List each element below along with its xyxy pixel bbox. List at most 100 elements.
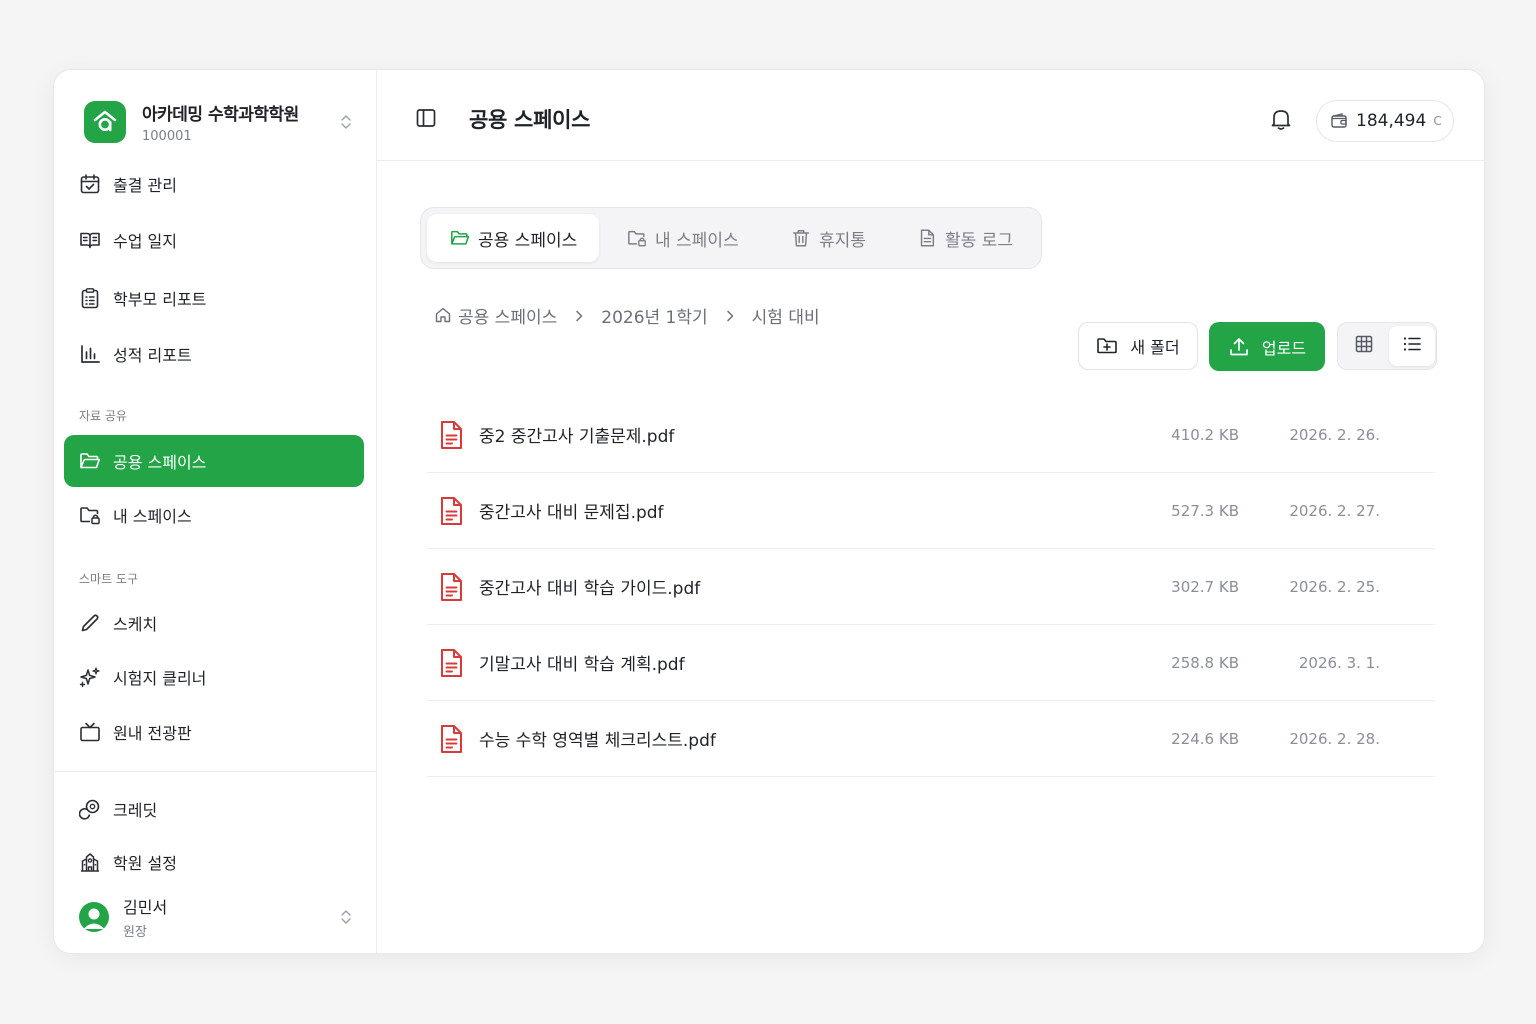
breadcrumb-item-current[interactable]: 시험 대비 [752,303,820,328]
file-date: 2026. 2. 27. [1289,501,1380,520]
sidebar-item-attendance[interactable]: 출결 관리 [64,159,364,209]
tab-label: 휴지통 [819,230,866,251]
grid-icon [1354,334,1374,358]
user-role: 원장 [123,925,147,940]
section-label-tools: 스마트 도구 [79,572,139,586]
file-size: 258.8 KB [1171,653,1239,672]
sidebar-item-label: 원내 전광판 [113,724,192,743]
file-row[interactable]: 기말고사 대비 학습 계획.pdf 258.8 KB 2026. 3. 1. [427,625,1435,701]
user-menu[interactable]: 김민서 원장 [79,896,354,940]
folder-plus-icon [1096,335,1118,357]
sidebar-item-label: 출결 관리 [113,176,177,195]
home-icon [434,306,452,324]
upload-button[interactable]: 업로드 [1209,322,1325,371]
tab-label: 공용 스페이스 [478,230,578,251]
folder-lock-icon [627,228,647,248]
app-window: 아카데밍 수학과학학원 100001 출결 관리 수업 일지 학부모 리포트 성… [53,69,1485,954]
chevron-up-down-icon [338,907,354,927]
trash-icon [791,228,811,248]
calendar-check-icon [79,173,101,195]
tv-icon [79,721,101,743]
org-switcher[interactable]: 아카데밍 수학과학학원 100001 [84,100,354,144]
credit-amount: 184,494 [1356,111,1427,131]
folder-lock-icon [79,504,101,526]
sidebar-item-test-cleaner[interactable]: 시험지 클리너 [64,652,364,702]
sidebar-item-label: 성적 리포트 [113,346,192,365]
chevron-right-icon [723,308,737,322]
list-icon [1402,334,1422,358]
coins-icon [79,798,101,820]
breadcrumb-item-semester[interactable]: 2026년 1학기 [601,303,707,328]
tab-shared-space[interactable]: 공용 스페이스 [427,214,599,262]
org-logo-icon [84,101,126,143]
file-row[interactable]: 수능 수학 영역별 체크리스트.pdf 224.6 KB 2026. 2. 28… [427,701,1435,777]
tab-my-space[interactable]: 내 스페이스 [627,214,767,262]
pdf-file-icon [439,496,463,526]
file-date: 2026. 2. 28. [1289,729,1380,748]
sidebar-item-credit[interactable]: 크레딧 [64,784,364,834]
upload-icon [1228,336,1250,358]
view-mode-toggle [1337,322,1437,370]
sidebar-item-class-log[interactable]: 수업 일지 [64,215,364,265]
user-name: 김민서 [123,898,168,917]
chevron-up-down-icon [338,112,354,132]
school-building-icon [79,851,101,873]
tab-activity-log[interactable]: 활동 로그 [917,214,1037,262]
file-row[interactable]: 중간고사 대비 문제집.pdf 527.3 KB 2026. 2. 27. [427,473,1435,549]
sidebar-item-my-space[interactable]: 내 스페이스 [64,490,364,540]
sparkles-icon [79,666,101,688]
file-date: 2026. 3. 1. [1298,653,1380,672]
file-size: 527.3 KB [1171,501,1239,520]
sidebar-item-label: 시험지 클리너 [113,669,207,688]
tab-label: 내 스페이스 [655,230,739,251]
file-row[interactable]: 중간고사 대비 학습 가이드.pdf 302.7 KB 2026. 2. 25. [427,549,1435,625]
file-text-icon [917,228,937,248]
pencil-icon [79,612,101,634]
sidebar-toggle-icon[interactable] [415,107,437,129]
sidebar-item-grade-report[interactable]: 성적 리포트 [64,329,364,379]
section-label-share: 자료 공유 [79,409,127,423]
sidebar-item-label: 공용 스페이스 [113,453,207,472]
sidebar-item-display-board[interactable]: 원내 전광판 [64,707,364,757]
grid-view-button[interactable] [1341,326,1387,366]
file-name: 기말고사 대비 학습 계획.pdf [479,655,685,675]
credit-balance[interactable]: 184,494 C [1316,100,1454,142]
sidebar-divider [54,771,376,772]
new-folder-button[interactable]: 새 폴더 [1078,322,1198,370]
sidebar-item-label: 학원 설정 [113,854,177,873]
folder-open-icon [450,228,470,248]
sidebar-item-label: 수업 일지 [113,232,177,251]
clipboard-list-icon [79,287,101,309]
file-size: 224.6 KB [1171,729,1239,748]
sidebar-item-label: 크레딧 [113,801,158,820]
new-folder-label: 새 폴더 [1130,338,1180,357]
org-id: 100001 [142,129,192,144]
file-row[interactable]: 중2 중간고사 기출문제.pdf 410.2 KB 2026. 2. 26. [427,397,1435,473]
sidebar-item-label: 스케치 [113,615,158,634]
pdf-file-icon [439,648,463,678]
bell-icon[interactable] [1268,106,1294,132]
sidebar: 아카데밍 수학과학학원 100001 출결 관리 수업 일지 학부모 리포트 성… [54,70,377,953]
sidebar-item-parent-report[interactable]: 학부모 리포트 [64,273,364,323]
pdf-file-icon [439,572,463,602]
file-size: 410.2 KB [1171,425,1239,444]
org-name: 아카데밍 수학과학학원 [142,105,299,125]
list-view-button[interactable] [1389,326,1435,366]
breadcrumb: 공용 스페이스 2026년 1학기 시험 대비 [434,303,820,328]
wallet-icon [1330,112,1348,130]
pdf-file-icon [439,724,463,754]
main-content: 공용 스페이스 184,494 C 공용 스페이스 내 스페이스 휴지통 활동 … [377,70,1484,953]
pdf-file-icon [439,420,463,450]
file-date: 2026. 2. 26. [1289,425,1380,444]
chevron-right-icon [572,308,586,322]
book-open-icon [79,229,101,251]
sidebar-item-sketch[interactable]: 스케치 [64,598,364,648]
file-size: 302.7 KB [1171,577,1239,596]
tab-trash[interactable]: 휴지통 [791,214,901,262]
sidebar-item-label: 학부모 리포트 [113,290,207,309]
sidebar-item-shared-space[interactable]: 공용 스페이스 [64,435,364,487]
sidebar-item-academy-settings[interactable]: 학원 설정 [64,837,364,887]
upload-label: 업로드 [1261,338,1307,358]
breadcrumb-item-root[interactable]: 공용 스페이스 [458,303,557,328]
page-title: 공용 스페이스 [469,108,591,132]
